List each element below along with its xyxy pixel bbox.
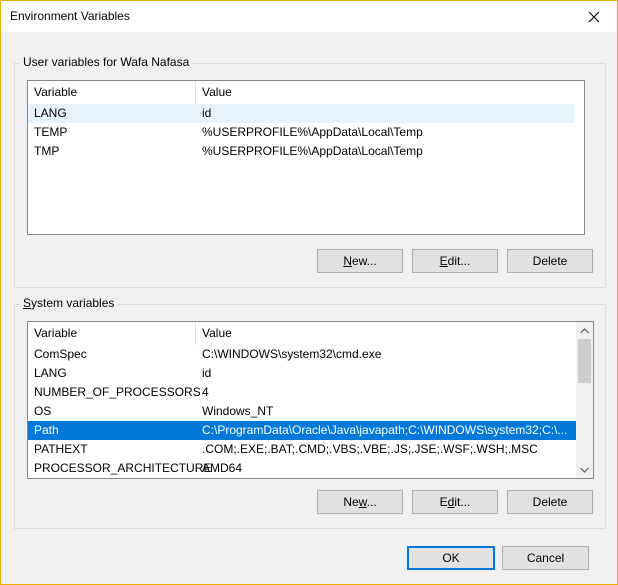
- scroll-down-button[interactable]: [576, 461, 593, 478]
- system-variables-label: System variables: [20, 296, 118, 310]
- variable-value: id: [202, 106, 212, 120]
- chevron-down-icon: [580, 467, 589, 473]
- environment-variables-dialog: Environment Variables User variables for…: [0, 0, 618, 585]
- variable-column-header[interactable]: Variable: [28, 81, 196, 104]
- variable-value: C:\ProgramData\Oracle\Java\javapath;C:\W…: [202, 423, 568, 437]
- ok-button[interactable]: OK: [407, 546, 495, 570]
- list-item[interactable]: Path C:\ProgramData\Oracle\Java\javapath;…: [28, 421, 576, 440]
- variable-name: PATHEXT: [34, 442, 88, 456]
- system-edit-button[interactable]: Edit...: [412, 490, 498, 514]
- system-variables-list[interactable]: Variable Value ComSpec C:\WINDOWS\system3…: [27, 321, 594, 479]
- user-delete-button[interactable]: Delete: [507, 249, 593, 273]
- variable-name: ComSpec: [34, 347, 87, 361]
- variable-name: LANG: [34, 106, 67, 120]
- variable-name: OS: [34, 404, 52, 418]
- system-rows: ComSpec C:\WINDOWS\system32\cmd.exe LANG id…: [28, 345, 576, 478]
- scroll-thumb[interactable]: [578, 339, 591, 383]
- list-item[interactable]: PROCESSOR_ARCHITECTURE AMD64: [28, 459, 576, 478]
- user-list-header: Variable Value: [28, 81, 574, 104]
- user-edit-button[interactable]: Edit...: [412, 249, 498, 273]
- user-variables-list[interactable]: Variable Value LANG id TEMP %USERPROFILE%\A…: [27, 80, 585, 235]
- value-column-header[interactable]: Value: [196, 322, 576, 345]
- variable-value: %USERPROFILE%\AppData\Local\Temp: [202, 125, 423, 139]
- variable-value: id: [202, 366, 212, 380]
- vertical-scrollbar[interactable]: [576, 322, 593, 478]
- variable-value: C:\WINDOWS\system32\cmd.exe: [202, 347, 382, 361]
- list-item[interactable]: TEMP %USERPROFILE%\AppData\Local\Temp: [28, 123, 574, 142]
- list-item[interactable]: ComSpec C:\WINDOWS\system32\cmd.exe: [28, 345, 576, 364]
- variable-column-header[interactable]: Variable: [28, 322, 196, 345]
- variable-name: TMP: [34, 144, 60, 158]
- list-item[interactable]: TMP %USERPROFILE%\AppData\Local\Temp: [28, 142, 574, 161]
- close-icon: [588, 11, 600, 22]
- dialog-title: Environment Variables: [10, 9, 130, 23]
- variable-value: %USERPROFILE%\AppData\Local\Temp: [202, 144, 423, 158]
- system-list-header: Variable Value: [28, 322, 576, 345]
- list-item[interactable]: OS Windows_NT: [28, 402, 576, 421]
- variable-name: Path: [34, 423, 59, 437]
- variable-name: PROCESSOR_ARCHITECTURE: [34, 461, 212, 475]
- variable-value: 4: [202, 385, 209, 399]
- close-button[interactable]: [571, 1, 617, 32]
- variable-name: TEMP: [34, 125, 68, 139]
- value-column-header[interactable]: Value: [196, 81, 574, 104]
- list-item[interactable]: PATHEXT .COM;.EXE;.BAT;.CMD;.VBS;.VBE;.JS…: [28, 440, 576, 459]
- variable-name: NUMBER_OF_PROCESSORS: [34, 385, 201, 399]
- variable-value: Windows_NT: [202, 404, 274, 418]
- cancel-button[interactable]: Cancel: [502, 546, 589, 570]
- title-bar: Environment Variables: [1, 1, 617, 32]
- system-delete-button[interactable]: Delete: [507, 490, 593, 514]
- variable-name: LANG: [34, 366, 67, 380]
- user-variables-label: User variables for Wafa Nafasa: [20, 55, 193, 69]
- scroll-up-button[interactable]: [576, 322, 593, 339]
- user-rows: LANG id TEMP %USERPROFILE%\AppData\Local\Te…: [28, 104, 574, 161]
- list-item[interactable]: LANG id: [28, 364, 576, 383]
- list-item[interactable]: NUMBER_OF_PROCESSORS 4: [28, 383, 576, 402]
- user-new-button[interactable]: New...: [317, 249, 403, 273]
- variable-value: AMD64: [202, 461, 243, 475]
- list-item[interactable]: LANG id: [28, 104, 574, 123]
- variable-value: .COM;.EXE;.BAT;.CMD;.VBS;.VBE;.JS;.JSE;.…: [202, 442, 538, 456]
- system-new-button[interactable]: New...: [317, 490, 403, 514]
- chevron-up-icon: [580, 327, 589, 333]
